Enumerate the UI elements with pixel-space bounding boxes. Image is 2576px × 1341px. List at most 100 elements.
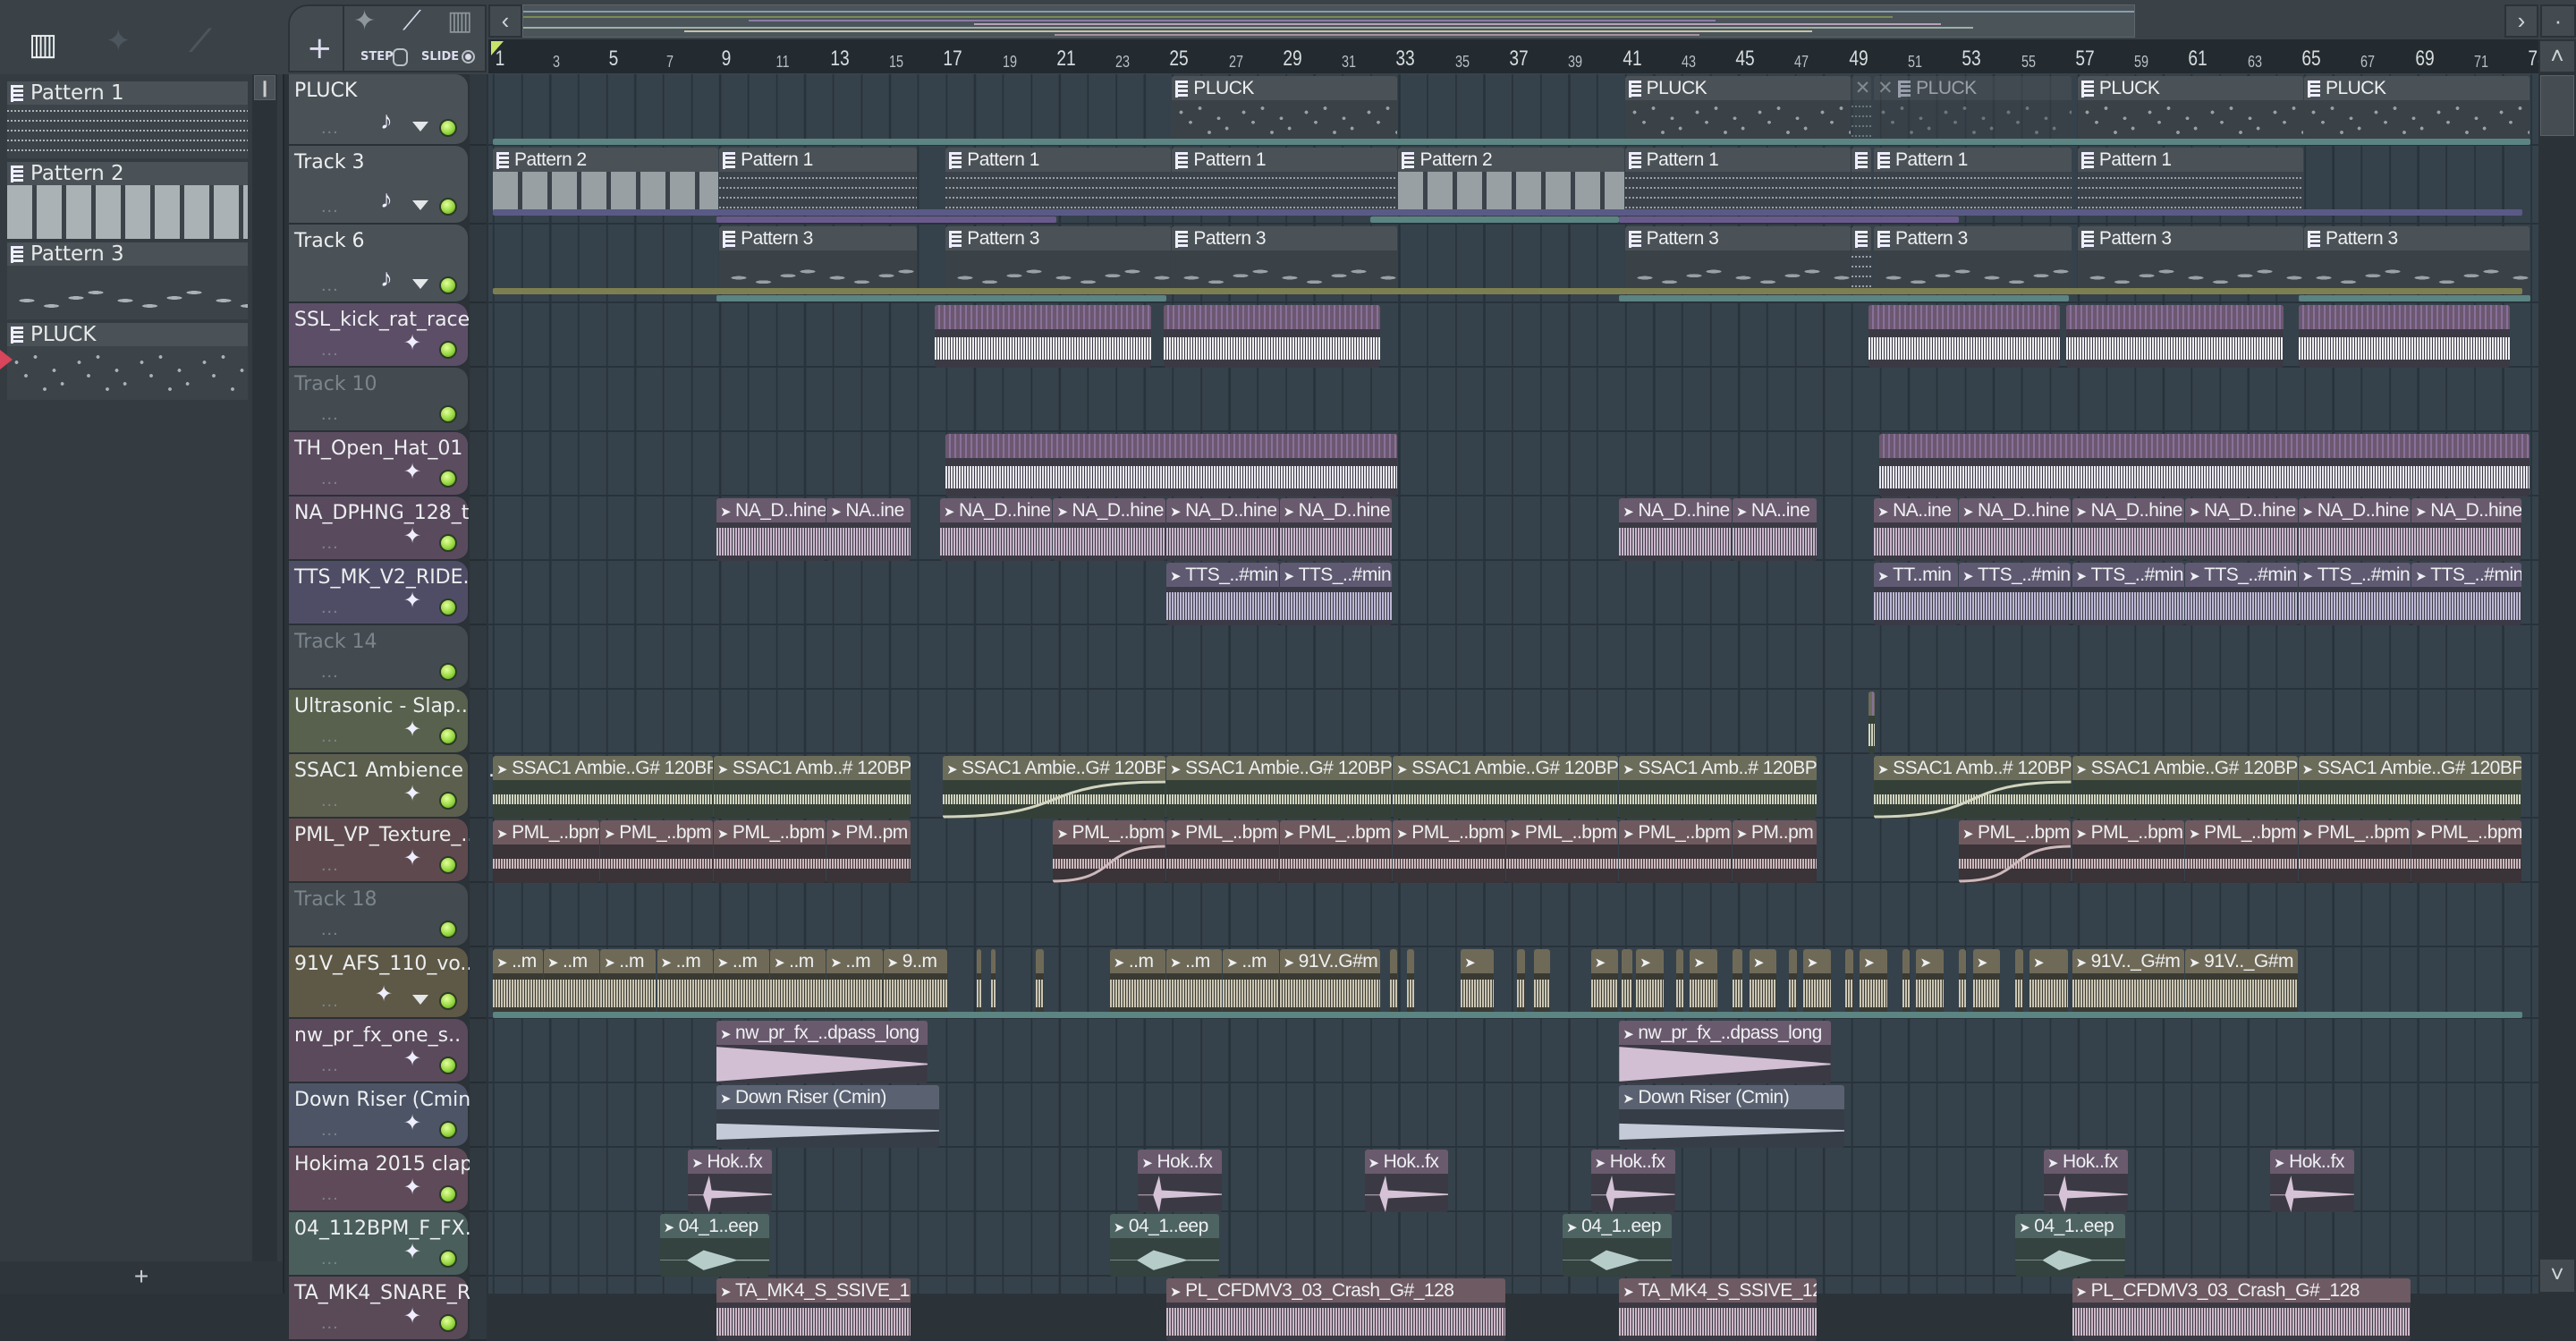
clip-header[interactable]: ➤ Down Riser (Cmin) (1619, 1085, 1845, 1109)
pattern-list-item[interactable]: PLUCK (0, 323, 248, 402)
audio-clip[interactable]: ➤ NA_D..hine (939, 498, 1053, 561)
audio-clip[interactable]: ➤ TTS_..#min (2411, 563, 2521, 625)
clip-header[interactable]: ➤ TTS_..#min (2298, 563, 2411, 587)
audio-clip[interactable]: ➤ NA_D..hine (1279, 498, 1393, 561)
audio-clip[interactable]: ➤ ..m (826, 949, 883, 1014)
song-position-marker[interactable] (491, 41, 504, 55)
pattern-clip[interactable] (1851, 226, 1872, 293)
audio-clip[interactable]: ➤ (1860, 949, 1887, 1014)
track-enable-led[interactable] (439, 1185, 457, 1203)
audio-clip[interactable] (1868, 305, 2060, 368)
pattern-header[interactable]: Pattern 1 (7, 81, 248, 105)
audio-clip[interactable] (1406, 949, 1415, 1014)
clip-header[interactable]: Pattern 2 (493, 148, 719, 172)
clip-header[interactable]: Pattern 1 (945, 148, 1172, 172)
audio-clip[interactable]: ➤ Hok..fx (688, 1150, 773, 1212)
track-select-handle[interactable] (470, 1083, 487, 1148)
track-select-handle[interactable] (470, 690, 487, 754)
audio-clip[interactable] (2015, 949, 2023, 1014)
clip-header[interactable]: ➤ (1461, 949, 1495, 973)
audio-clip[interactable]: ➤ PM..pm (1732, 820, 1817, 883)
audio-clip[interactable] (1789, 949, 1797, 1014)
clip-header[interactable]: ➤ PML_..bpm (713, 820, 826, 844)
track-name[interactable]: PML_VP_Texture_.. (294, 824, 473, 846)
clip-header[interactable]: ➤ NA_D..hine (2411, 498, 2521, 522)
clip-header[interactable]: ➤ PML_..bpm (2298, 820, 2411, 844)
pattern-clip[interactable]: PLUCK (2303, 76, 2530, 140)
audio-clip[interactable]: ➤ (1749, 949, 1777, 1014)
clip-header[interactable] (1389, 949, 1398, 973)
dropdown-arrow-icon[interactable] (412, 995, 428, 1005)
track-options-dots[interactable]: ... (321, 1056, 339, 1076)
clip-header[interactable]: PLUCK (1172, 76, 1398, 100)
clip-header[interactable]: ➤ TTS_..#min (1166, 563, 1279, 587)
track-options-dots[interactable]: ... (321, 1120, 339, 1141)
track-select-handle[interactable] (470, 561, 487, 625)
audio-clip[interactable]: ➤ PML_..bpm (1619, 820, 1732, 883)
track-options-dots[interactable]: ... (321, 726, 339, 747)
track-header[interactable]: Track 6... ♪ (289, 225, 468, 303)
track-select-handle[interactable] (470, 625, 487, 690)
fade-in-curve[interactable] (943, 780, 1166, 819)
pattern-clip[interactable]: Pattern 3 (1874, 226, 2072, 293)
audio-clip[interactable]: ➤ (1690, 949, 1717, 1014)
track-name[interactable]: Track 14 (294, 631, 377, 653)
clip-header[interactable]: Pattern 1 (719, 148, 917, 172)
clip-header[interactable]: PLUCK (1624, 76, 1851, 100)
clip-header[interactable]: ➤ PML_..bpm (600, 820, 713, 844)
track-enable-led[interactable] (439, 276, 457, 294)
pattern-clip[interactable]: ✕ (1851, 76, 1872, 140)
track-options-dots[interactable]: ... (321, 791, 339, 811)
pattern-clip[interactable]: PLUCK (1624, 76, 1851, 140)
pattern-header[interactable]: Pattern 2 (7, 162, 248, 185)
audio-clip[interactable]: ➤ SSAC1 Amb..# 120BPM (1619, 756, 1817, 819)
clip-header[interactable] (990, 949, 996, 973)
dropdown-arrow-icon[interactable] (412, 279, 428, 289)
pattern-clip[interactable]: PLUCK (1172, 76, 1398, 140)
audio-clip[interactable]: ➤ TTS_..#min (2298, 563, 2411, 625)
audio-clip[interactable]: ➤ Hok..fx (1590, 1150, 1675, 1212)
clip-header[interactable]: ➤ (1860, 949, 1887, 973)
track-name[interactable]: nw_pr_fx_one_s.. (294, 1024, 461, 1047)
track-header[interactable]: nw_pr_fx_one_s..... ✦ (289, 1019, 468, 1083)
audio-clip[interactable]: ➤ Down Riser (Cmin) (1619, 1085, 1845, 1148)
audio-clip[interactable] (1845, 949, 1853, 1014)
audio-clip[interactable]: ➤ ..m (1166, 949, 1223, 1014)
audio-clip[interactable]: ➤ TA_MK4_S_SSIVE_126 (716, 1278, 911, 1341)
vertical-scrollbar[interactable] (2538, 39, 2576, 1294)
audio-clip[interactable]: ➤ ..m (770, 949, 826, 1014)
track-select-handle[interactable] (470, 225, 487, 303)
track-select-handle[interactable] (470, 1148, 487, 1212)
pattern-list-item[interactable]: Pattern 1 (7, 81, 248, 160)
audio-clip[interactable] (1958, 949, 1967, 1014)
track-enable-led[interactable] (439, 470, 457, 488)
track-select-handle[interactable] (470, 146, 487, 225)
audio-clip[interactable]: ➤ NA_D..hine (2072, 498, 2185, 561)
audio-clip[interactable]: ➤ PML_..bpm (2185, 820, 2298, 883)
track-name[interactable]: Track 6 (294, 230, 365, 252)
audio-clip[interactable]: ➤ TTS_..#min (2185, 563, 2298, 625)
track-select-handle[interactable] (470, 1019, 487, 1083)
pattern-clip[interactable]: Pattern 3 (945, 226, 1172, 293)
clip-header[interactable]: ➤ Hok..fx (1590, 1150, 1675, 1174)
audio-clip[interactable]: ➤ 91V.._G#m (2185, 949, 2298, 1014)
clip-header[interactable]: ➤ Hok..fx (2269, 1150, 2354, 1174)
track-enable-led[interactable] (439, 405, 457, 423)
audio-clip[interactable]: ➤ TT..min (1874, 563, 1958, 625)
audio-clip[interactable]: ➤ 04_1..eep (1109, 1214, 1220, 1277)
clip-header[interactable] (1958, 949, 1967, 973)
audio-clip[interactable]: ➤ (1916, 949, 1945, 1014)
audio-clip[interactable]: ➤ NA..ine (1732, 498, 1817, 561)
clip-header[interactable]: ➤ Hok..fx (2043, 1150, 2128, 1174)
add-pattern-button[interactable]: + (0, 1261, 283, 1294)
audio-clip[interactable]: ➤ PL_CFDMV3_03_Crash_G#_128 (2072, 1278, 2411, 1341)
track-select-handle[interactable] (470, 819, 487, 883)
track-enable-led[interactable] (439, 341, 457, 359)
track-header[interactable]: Down Riser (Cmin)... ✦ (289, 1083, 479, 1148)
clip-header[interactable]: ➤ ..m (770, 949, 826, 973)
pattern-clip[interactable]: Pattern 1 (1172, 148, 1398, 214)
automation-clip-icon[interactable]: ⟋ (402, 5, 421, 37)
track-name[interactable]: SSAC1 Ambience 0.. (294, 760, 495, 782)
audio-clip[interactable]: ➤ PM..pm (826, 820, 911, 883)
clip-header[interactable]: ➤ (1749, 949, 1777, 973)
